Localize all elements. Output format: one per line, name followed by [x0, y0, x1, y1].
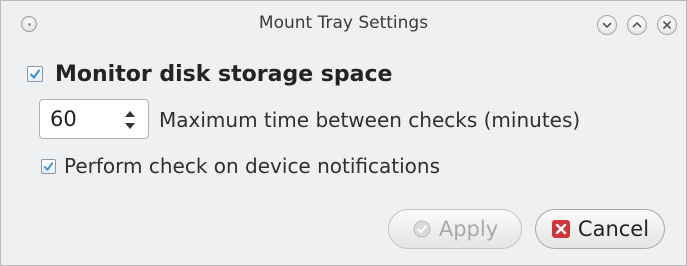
- notify-checkbox[interactable]: [41, 158, 56, 174]
- close-button[interactable]: [657, 15, 677, 35]
- chevron-down-icon: [602, 22, 612, 28]
- cancel-button[interactable]: Cancel: [535, 209, 665, 249]
- chevron-up-icon: [632, 22, 642, 28]
- interval-label-row: Maximum time between checks (minutes): [159, 105, 580, 135]
- checkmark-icon: [412, 219, 432, 239]
- monitor-checkbox[interactable]: [27, 66, 43, 82]
- apply-button[interactable]: Apply: [388, 209, 522, 249]
- apply-label: Apply: [438, 217, 499, 241]
- monitor-label[interactable]: Monitor disk storage space: [55, 62, 392, 87]
- maximize-button[interactable]: [627, 15, 647, 35]
- checkmark-icon: [43, 161, 54, 171]
- window-title: Mount Tray Settings: [258, 13, 429, 33]
- cancel-label: Cancel: [577, 217, 650, 241]
- notify-label[interactable]: Perform check on device notifications: [64, 154, 440, 178]
- cancel-x-icon: [551, 219, 571, 239]
- monitor-option-row: Monitor disk storage space: [27, 59, 392, 89]
- checkmark-icon: [30, 69, 40, 79]
- spin-arrows-icon[interactable]: [124, 109, 136, 131]
- interval-value[interactable]: 60: [50, 107, 77, 131]
- notify-option-row: Perform check on device notifications: [41, 151, 440, 181]
- settings-window: Mount Tray Settings Monitor disk storage…: [0, 0, 687, 266]
- minimize-button[interactable]: [597, 15, 617, 35]
- close-icon: [663, 21, 671, 29]
- title-bar[interactable]: Mount Tray Settings: [1, 1, 686, 47]
- interval-spinbox[interactable]: 60: [39, 99, 149, 139]
- interval-label: Maximum time between checks (minutes): [159, 108, 581, 132]
